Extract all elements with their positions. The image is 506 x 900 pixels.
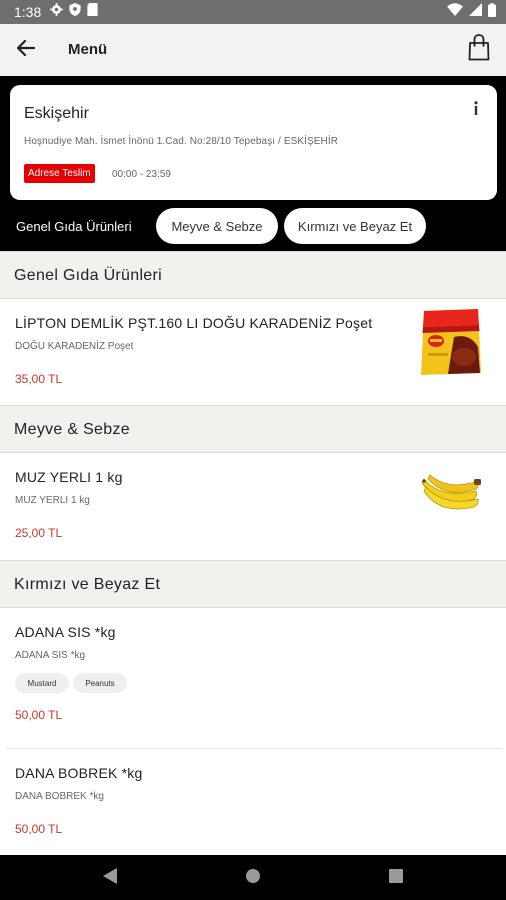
product-name: MUZ YERLI 1 kg bbox=[15, 469, 123, 485]
tag-mustard: Mustard bbox=[15, 673, 69, 693]
product-item[interactable]: MUZ YERLI 1 kg MUZ YERLI 1 kg 25,00 TL bbox=[0, 453, 506, 557]
product-description: MUZ YERLI 1 kg bbox=[15, 495, 90, 506]
tab-meyve-sebze[interactable]: Meyve & Sebze bbox=[156, 208, 278, 244]
status-bar: 1:38 bbox=[0, 0, 506, 24]
back-triangle-icon bbox=[103, 867, 117, 889]
info-button[interactable] bbox=[469, 100, 483, 120]
page-title: Menü bbox=[68, 41, 108, 58]
info-icon bbox=[473, 100, 479, 120]
battery-icon bbox=[488, 2, 496, 22]
working-hours: 00:00 - 23:59 bbox=[112, 169, 171, 180]
menu-list[interactable]: Genel Gıda Ürünleri LİPTON DEMLİK PŞT.16… bbox=[0, 251, 506, 855]
delivery-badge: Adrese Teslim bbox=[24, 164, 95, 183]
allergen-tags: Mustard Peanuts bbox=[15, 673, 135, 693]
arrow-left-icon bbox=[16, 39, 36, 61]
product-name: DANA BOBREK *kg bbox=[15, 765, 143, 781]
tea-package-image bbox=[418, 307, 484, 382]
wifi-icon bbox=[447, 3, 463, 21]
product-name: ADANA SIS *kg bbox=[15, 624, 116, 640]
recents-square-icon bbox=[389, 868, 403, 888]
section-header: Meyve & Sebze bbox=[0, 405, 506, 453]
sim-card-icon bbox=[87, 3, 98, 21]
tab-genel-gida[interactable]: Genel Gıda Ürünleri bbox=[16, 219, 132, 234]
home-circle-icon bbox=[245, 868, 261, 889]
signal-icon bbox=[469, 3, 482, 21]
cart-button[interactable] bbox=[464, 34, 494, 66]
section-header: Kırmızı ve Beyaz Et bbox=[0, 560, 506, 608]
banana-image bbox=[420, 469, 482, 518]
product-item[interactable]: ADANA SIS *kg ADANA SIS *kg Mustard Pean… bbox=[0, 608, 506, 746]
product-price: 25,00 TL bbox=[15, 526, 63, 540]
section-header: Genel Gıda Ürünleri bbox=[0, 251, 506, 299]
status-time: 1:38 bbox=[14, 4, 42, 20]
product-price: 50,00 TL bbox=[15, 822, 63, 836]
product-item[interactable]: LİPTON DEMLİK PŞT.160 LI DOĞU KARADENİZ … bbox=[0, 299, 506, 403]
app-bar: Menü bbox=[0, 24, 506, 76]
shopping-bag-icon bbox=[468, 34, 490, 66]
category-tabs: Genel Gıda Ürünleri Meyve & Sebze Kırmız… bbox=[0, 203, 506, 251]
tag-peanuts: Peanuts bbox=[73, 673, 127, 693]
section-title: Kırmızı ve Beyaz Et bbox=[14, 576, 161, 593]
section-title: Meyve & Sebze bbox=[14, 421, 130, 438]
shield-icon bbox=[69, 3, 81, 21]
product-price: 50,00 TL bbox=[15, 708, 63, 722]
product-name: LİPTON DEMLİK PŞT.160 LI DOĞU KARADENİZ … bbox=[15, 315, 373, 331]
store-address: Hoşnudiye Mah. İsmet İnönü 1.Cad. No:28/… bbox=[24, 136, 339, 147]
back-button[interactable] bbox=[12, 36, 40, 64]
product-description: DANA BOBREK *kg bbox=[15, 791, 104, 802]
product-item[interactable]: DANA BOBREK *kg DANA BOBREK *kg 50,00 TL bbox=[0, 749, 506, 853]
tab-label: Meyve & Sebze bbox=[171, 218, 263, 234]
tab-label: Kırmızı ve Beyaz Et bbox=[297, 218, 413, 234]
system-recents-button[interactable] bbox=[384, 867, 408, 889]
product-price: 35,00 TL bbox=[15, 372, 63, 386]
product-description: DOĞU KARADENİZ Poşet bbox=[15, 341, 134, 352]
gear-icon bbox=[50, 3, 63, 21]
section-title: Genel Gıda Ürünleri bbox=[14, 267, 162, 284]
store-name: Eskişehir bbox=[24, 105, 89, 122]
system-back-button[interactable] bbox=[98, 867, 122, 889]
system-home-button[interactable] bbox=[241, 867, 265, 889]
product-description: ADANA SIS *kg bbox=[15, 650, 86, 661]
system-nav-bar bbox=[0, 855, 506, 900]
store-card: Eskişehir Hoşnudiye Mah. İsmet İnönü 1.C… bbox=[10, 85, 497, 200]
tab-kirmizi-beyaz-et[interactable]: Kırmızı ve Beyaz Et bbox=[284, 208, 426, 244]
